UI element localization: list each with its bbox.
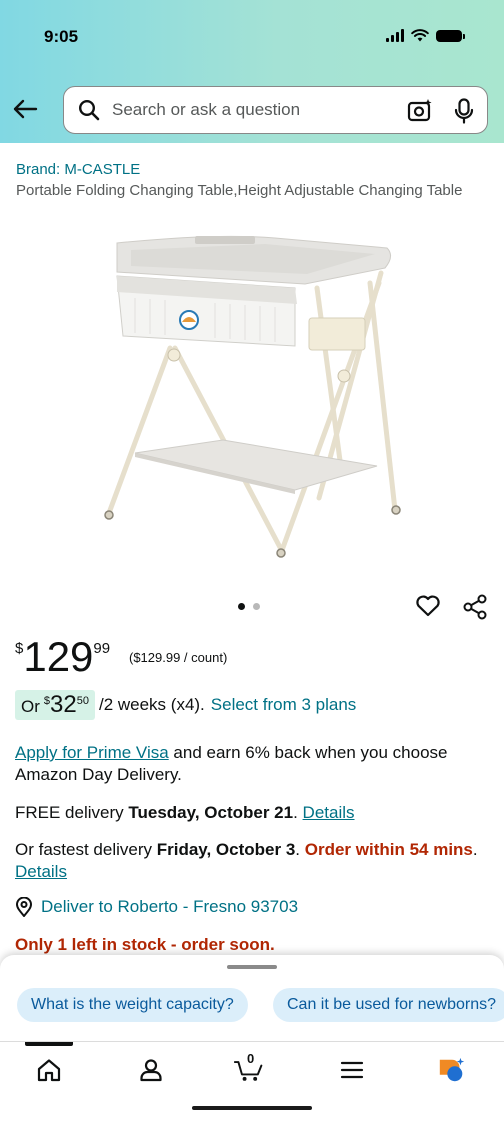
bottom-tab-bar: 0 <box>0 1041 504 1123</box>
microphone-icon <box>454 98 474 124</box>
back-button[interactable] <box>10 94 40 124</box>
installment-terms: /2 weeks (x4). <box>98 695 205 714</box>
order-within-countdown: Order within 54 mins <box>304 840 473 859</box>
installment-prefix: Or <box>21 697 40 716</box>
rufus-assistant-icon <box>439 1057 465 1082</box>
question-chip-newborns[interactable]: Can it be used for newborns? <box>273 988 504 1022</box>
deliver-to-text: Deliver to Roberto - Fresno 93703 <box>41 897 299 916</box>
wifi-icon <box>411 29 429 42</box>
carousel-dot-2[interactable] <box>253 603 260 610</box>
tab-cart[interactable]: 0 <box>234 1051 264 1085</box>
fastest-delivery-info: Or fastest delivery Friday, October 3. O… <box>15 839 490 883</box>
share-button[interactable] <box>462 594 488 625</box>
search-input[interactable] <box>110 99 384 121</box>
product-price: $ 129 99 <box>15 634 110 680</box>
order-within-period: . <box>472 840 478 859</box>
app-header: 9:05 <box>0 0 504 143</box>
free-delivery-info: FREE delivery Tuesday, October 21. Detai… <box>15 803 355 823</box>
product-title: Portable Folding Changing Table,Height A… <box>16 182 463 199</box>
back-arrow-icon <box>13 99 38 119</box>
tab-menu[interactable] <box>337 1055 367 1085</box>
battery-icon <box>436 29 465 42</box>
fastest-details-link[interactable]: Details <box>15 862 67 881</box>
apply-prime-visa-link[interactable]: Apply for Prime Visa <box>15 743 169 762</box>
installment-badge: Or $ 32 50 <box>15 690 95 720</box>
rufus-question-sheet: What is the weight capacity? Can it be u… <box>0 955 504 1041</box>
camera-lens-icon <box>407 99 432 122</box>
free-delivery-label: FREE delivery <box>15 803 129 822</box>
sheet-grabber[interactable] <box>227 965 277 969</box>
tab-account[interactable] <box>136 1055 166 1085</box>
location-pin-icon <box>15 897 33 917</box>
installment-fraction: 50 <box>76 695 89 707</box>
carousel-dot-1[interactable] <box>238 603 245 610</box>
tab-rufus[interactable] <box>437 1055 467 1085</box>
free-delivery-date: Tuesday, October 21 <box>128 803 294 822</box>
unit-price: ($129.99 / count) <box>129 650 228 665</box>
account-icon <box>140 1059 162 1082</box>
active-tab-indicator <box>25 1042 73 1046</box>
price-whole: 129 <box>23 633 94 680</box>
prime-visa-offer: Apply for Prime Visa and earn 6% back wh… <box>15 742 495 786</box>
cart-count: 0 <box>247 1051 255 1066</box>
share-icon <box>463 594 487 620</box>
status-time: 9:05 <box>44 27 79 46</box>
delivery-details-link[interactable]: Details <box>303 803 355 822</box>
add-to-list-button[interactable] <box>415 594 441 623</box>
select-plans-link[interactable]: Select from 3 plans <box>211 695 357 715</box>
cellular-signal-icon <box>386 29 404 42</box>
brand-link[interactable]: Brand: M-CASTLE <box>16 161 140 178</box>
question-chip-weight[interactable]: What is the weight capacity? <box>17 988 248 1022</box>
home-icon <box>37 1059 61 1082</box>
home-indicator <box>192 1106 312 1110</box>
installment-offer: Or $ 32 50 /2 weeks (x4). Select from 3 … <box>15 690 356 720</box>
fastest-delivery-label: Or fastest delivery <box>15 840 157 859</box>
fastest-delivery-date: Friday, October 3 <box>156 840 296 859</box>
heart-icon <box>416 595 440 617</box>
search-icon <box>78 99 100 121</box>
free-delivery-period: . <box>293 803 303 822</box>
price-currency: $ <box>15 640 24 657</box>
price-fraction: 99 <box>93 640 111 657</box>
fastest-delivery-period: . <box>295 840 305 859</box>
search-bar[interactable] <box>63 86 488 134</box>
installment-whole: 32 <box>50 691 77 718</box>
stock-warning: Only 1 left in stock - order soon. <box>15 935 275 954</box>
status-icons <box>386 29 465 42</box>
tab-home[interactable] <box>34 1055 64 1085</box>
voice-search-button[interactable] <box>454 98 474 129</box>
product-image[interactable] <box>95 228 405 563</box>
menu-icon <box>340 1061 364 1079</box>
image-carousel-indicator <box>238 603 260 610</box>
deliver-to-location[interactable]: Deliver to Roberto - Fresno 93703 <box>15 897 298 917</box>
camera-search-button[interactable] <box>407 98 433 127</box>
